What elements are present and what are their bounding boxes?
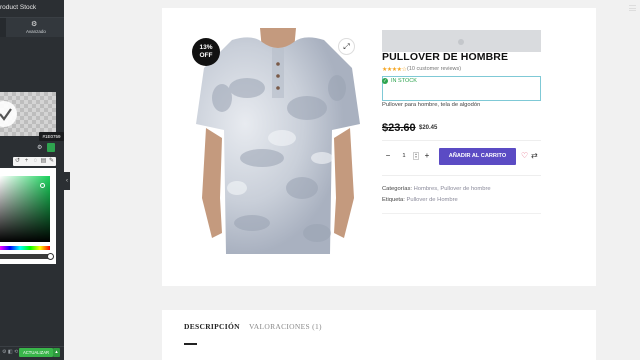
product-categories: Categorías: Hombres, Pullover de hombre (382, 186, 491, 192)
quantity-increase-button[interactable]: + (423, 151, 431, 161)
hue-slider[interactable] (0, 246, 50, 250)
tab-reviews[interactable]: VALORACIONES (1) (249, 322, 322, 331)
placeholder-icon (458, 39, 464, 45)
product-title: PULLOVER DE HOMBRE (382, 51, 509, 63)
sale-badge: 13% OFF (192, 38, 220, 66)
update-button[interactable]: ACTUALIZAR (19, 348, 53, 357)
compare-icon[interactable]: ⇄ (531, 151, 538, 161)
add-icon[interactable]: + (22, 157, 31, 166)
categories-label: Categorías: (382, 186, 412, 192)
regular-price: $23.60 (382, 122, 416, 134)
categories-links[interactable]: Hombres, Pullover de hombre (414, 186, 491, 192)
star-rating: ★★★★☆ (382, 67, 407, 73)
add-to-cart-button[interactable]: AÑADIR AL CARRITO (439, 148, 516, 165)
tab-description[interactable]: DESCRIPCIÓN (184, 322, 240, 331)
product-tags: Etiqueta: Pullover de Hombre (382, 197, 458, 203)
tab-advanced[interactable]: Avanzado (26, 29, 46, 34)
stock-status: IN STOCK (391, 78, 417, 84)
alpha-slider[interactable] (0, 254, 50, 259)
check-circle-icon: ✓ (382, 78, 388, 84)
editor-title: roduct Stock (0, 4, 37, 11)
divider (382, 175, 541, 176)
tag-label: Etiqueta: (382, 197, 405, 203)
update-options-button[interactable]: ▴ (53, 348, 60, 357)
global-settings-icon[interactable]: ⚙ (37, 144, 42, 151)
gear-icon[interactable]: ⚙ (31, 20, 37, 28)
active-tab-indicator (184, 343, 197, 345)
expand-icon[interactable]: ⤢ (338, 38, 355, 55)
product-short-description: Pullover para hombre, tela de algodón (382, 102, 481, 108)
color-swatch-button[interactable] (47, 143, 55, 152)
saturation-handle[interactable] (40, 183, 45, 188)
quantity-spinner[interactable]: ▴ ▾ (413, 152, 419, 160)
editor-tab-previous[interactable] (0, 18, 6, 37)
tag-link[interactable]: Pullover de Hombre (407, 197, 458, 203)
alpha-slider-handle[interactable] (47, 253, 54, 260)
eyedropper-icon[interactable]: ✎ (47, 157, 56, 166)
heart-icon[interactable]: ♡ (521, 151, 528, 161)
quantity-decrease-button[interactable]: − (384, 151, 392, 161)
reviews-link[interactable]: (10 customer reviews) (407, 66, 461, 72)
hamburger-menu-icon[interactable] (629, 5, 636, 11)
check-icon (0, 101, 17, 127)
product-tabs (162, 310, 596, 360)
sale-badge-off: OFF (199, 52, 213, 59)
divider (382, 213, 541, 214)
divider (382, 140, 541, 141)
color-picker-toolbar: ↺ + ◌ ▤ ✎ (13, 157, 56, 166)
quantity-input[interactable]: 1 (399, 152, 409, 161)
reset-icon[interactable]: ↺ (13, 157, 22, 166)
collapse-panel-button[interactable]: ‹ (64, 172, 70, 190)
product-image[interactable] (192, 28, 364, 264)
sale-price: $20.45 (419, 125, 438, 131)
color-hex-tooltip: #1E0759 (39, 132, 64, 141)
sale-badge-percent: 13% (199, 44, 213, 51)
